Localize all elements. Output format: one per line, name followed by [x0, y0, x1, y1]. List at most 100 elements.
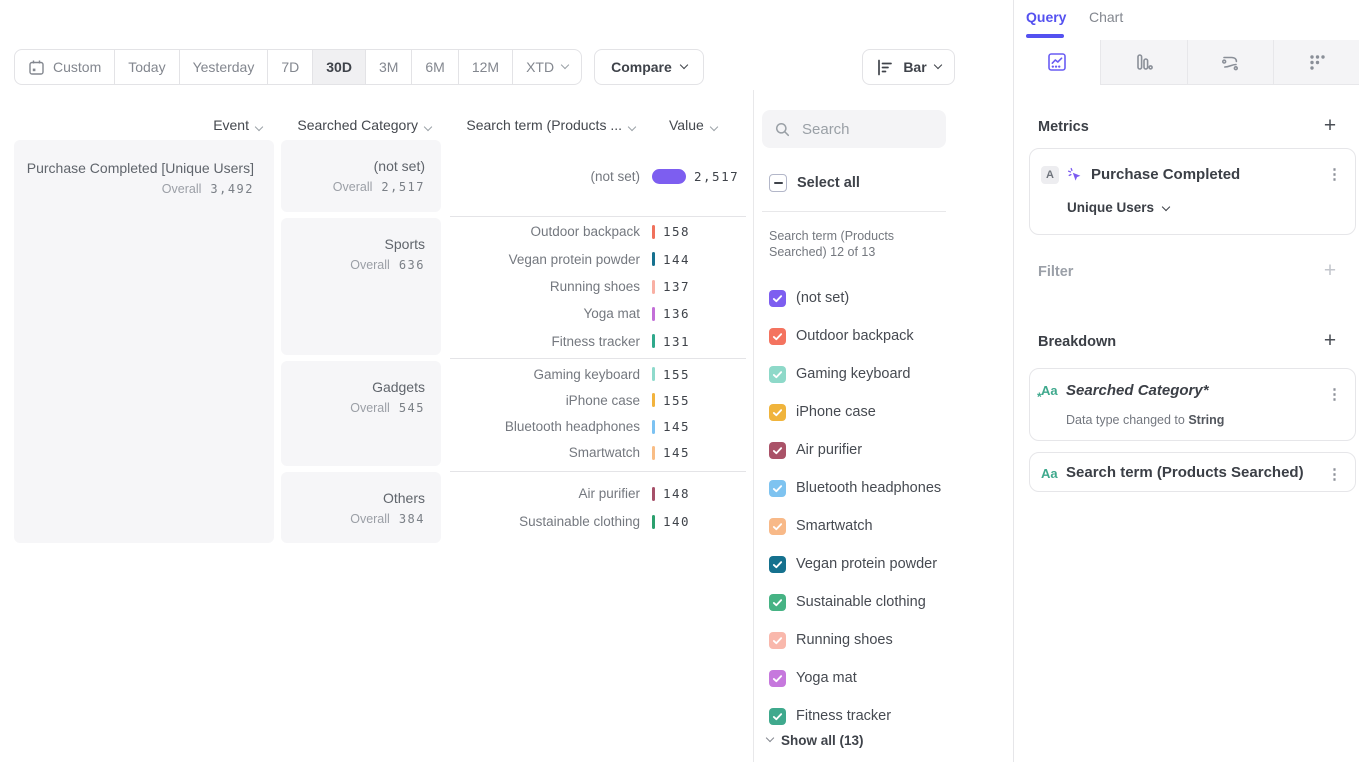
filter-search[interactable] — [762, 110, 946, 148]
term-row[interactable]: Vegan protein powder 144 — [450, 245, 747, 272]
chart-type-label: Bar — [903, 59, 926, 75]
term-row[interactable]: Outdoor backpack 158 — [450, 218, 747, 245]
event-overall: Overall3,492 — [14, 182, 254, 196]
checkbox[interactable] — [769, 670, 786, 687]
column-header-value[interactable]: Value — [669, 117, 717, 133]
checkbox[interactable] — [769, 480, 786, 497]
term-value: 2,517 — [694, 169, 739, 184]
list-divider — [762, 211, 946, 212]
term-row[interactable]: iPhone case 155 — [450, 387, 747, 413]
show-all-button[interactable]: Show all (13) — [767, 733, 864, 748]
filter-list-item[interactable]: Bluetooth headphones — [769, 469, 941, 507]
breakdown-heading: Breakdown — [1038, 334, 1116, 350]
filter-list-item[interactable]: Fitness tracker — [769, 697, 941, 735]
checkbox[interactable] — [769, 442, 786, 459]
add-breakdown-button[interactable]: + — [1319, 331, 1341, 351]
measurement-selector[interactable]: Unique Users — [1067, 200, 1169, 215]
breakdown-card-search-term[interactable]: Aa Search term (Products Searched) ⋮ — [1029, 452, 1356, 492]
column-header-event[interactable]: Event — [14, 117, 262, 133]
tab-retention[interactable] — [1273, 40, 1359, 85]
term-row[interactable]: Air purifier 148 — [450, 480, 747, 508]
date-range-button[interactable]: 12M — [459, 50, 513, 84]
checkbox[interactable] — [769, 556, 786, 573]
metric-card[interactable]: A Purchase Completed ⋮ Unique Users — [1029, 148, 1356, 235]
select-all-row[interactable]: Select all — [769, 174, 860, 192]
checkbox[interactable] — [769, 404, 786, 421]
checkbox[interactable] — [769, 366, 786, 383]
add-metric-button[interactable]: + — [1319, 116, 1341, 136]
kebab-menu-icon[interactable]: ⋮ — [1327, 165, 1342, 183]
checkbox[interactable] — [769, 708, 786, 725]
term-row[interactable]: Gaming keyboard 155 — [450, 361, 747, 387]
checkbox[interactable] — [769, 290, 786, 307]
checkbox[interactable] — [769, 328, 786, 345]
value-bar — [652, 420, 655, 434]
category-cell[interactable]: Others Overall384 — [281, 472, 441, 543]
category-overall: Overall636 — [281, 258, 425, 272]
checkbox[interactable] — [769, 518, 786, 535]
term-row[interactable]: Fitness tracker 131 — [450, 328, 747, 355]
filter-list-item[interactable]: Outdoor backpack — [769, 317, 941, 355]
date-range-button[interactable]: 6M — [412, 50, 458, 84]
group-separator — [450, 216, 746, 217]
term-label: Outdoor backpack — [450, 224, 640, 239]
date-range-button[interactable]: Today — [115, 50, 179, 84]
select-all-checkbox[interactable] — [769, 174, 787, 192]
filter-item-label: iPhone case — [796, 404, 876, 420]
checkbox[interactable] — [769, 594, 786, 611]
category-overall: Overall384 — [281, 512, 425, 526]
event-icon — [1067, 167, 1083, 183]
filter-list-item[interactable]: Vegan protein powder — [769, 545, 941, 583]
filter-item-label: Gaming keyboard — [796, 366, 910, 382]
filter-list-item[interactable]: Yoga mat — [769, 659, 941, 697]
filter-list-item[interactable]: Sustainable clothing — [769, 583, 941, 621]
column-header-search-term[interactable]: Search term (Products ... — [420, 117, 635, 133]
tab-flows[interactable] — [1187, 40, 1274, 85]
tab-query[interactable]: Query — [1026, 9, 1066, 25]
category-cell[interactable]: (not set) Overall2,517 — [281, 140, 441, 212]
tab-insights[interactable] — [1014, 40, 1100, 85]
chart-type-button[interactable]: Bar — [862, 49, 955, 85]
filter-list-item[interactable]: Smartwatch — [769, 507, 941, 545]
term-row[interactable]: Smartwatch 145 — [450, 440, 747, 466]
term-row[interactable]: Running shoes 137 — [450, 273, 747, 300]
date-range-button[interactable]: Custom — [15, 50, 115, 84]
event-cell[interactable]: Purchase Completed [Unique Users] Overal… — [14, 140, 274, 543]
tab-chart[interactable]: Chart — [1089, 9, 1123, 25]
term-row[interactable]: Bluetooth headphones 145 — [450, 414, 747, 440]
tab-funnels[interactable] — [1100, 40, 1187, 85]
filter-list-item[interactable]: Air purifier — [769, 431, 941, 469]
chevron-down-icon — [628, 123, 636, 131]
filter-list-item[interactable]: iPhone case — [769, 393, 941, 431]
column-header-searched-category[interactable]: Searched Category — [281, 117, 431, 133]
value-bar — [652, 334, 655, 348]
term-label: Sustainable clothing — [450, 514, 640, 529]
date-range-group: Custom Today Yesterday 7D 30D 3M 6M 12M — [14, 49, 582, 85]
checkbox[interactable] — [769, 632, 786, 649]
search-input[interactable] — [800, 120, 930, 139]
filter-list-item[interactable]: Running shoes — [769, 621, 941, 659]
compare-button[interactable]: Compare — [594, 49, 704, 85]
breakdown-note: Data type changed to String — [1066, 413, 1224, 427]
kebab-menu-icon[interactable]: ⋮ — [1327, 465, 1342, 483]
date-range-button[interactable]: Yesterday — [180, 50, 269, 84]
category-cell[interactable]: Gadgets Overall545 — [281, 361, 441, 466]
date-range-button[interactable]: 7D — [268, 50, 313, 84]
date-range-button[interactable]: 30D — [313, 50, 366, 84]
chevron-down-icon — [255, 123, 263, 131]
chevron-down-icon — [680, 61, 688, 69]
add-filter-button[interactable]: + — [1319, 261, 1341, 281]
kebab-menu-icon[interactable]: ⋮ — [1327, 385, 1342, 403]
filter-item-label: (not set) — [796, 290, 849, 306]
term-row[interactable]: Sustainable clothing 140 — [450, 508, 747, 536]
value-bar — [652, 515, 655, 529]
filter-list-item[interactable]: Gaming keyboard — [769, 355, 941, 393]
date-range-button[interactable]: XTD — [513, 50, 581, 84]
category-cell[interactable]: Sports Overall636 — [281, 218, 441, 355]
filter-list-item[interactable]: (not set) — [769, 279, 941, 317]
value-bar — [652, 252, 655, 266]
date-range-button[interactable]: 3M — [366, 50, 412, 84]
term-row[interactable]: (not set) 2,517 — [450, 162, 747, 190]
term-row[interactable]: Yoga mat 136 — [450, 300, 747, 327]
breakdown-card-searched-category[interactable]: Aa* Searched Category* ⋮ Data type chang… — [1029, 368, 1356, 441]
